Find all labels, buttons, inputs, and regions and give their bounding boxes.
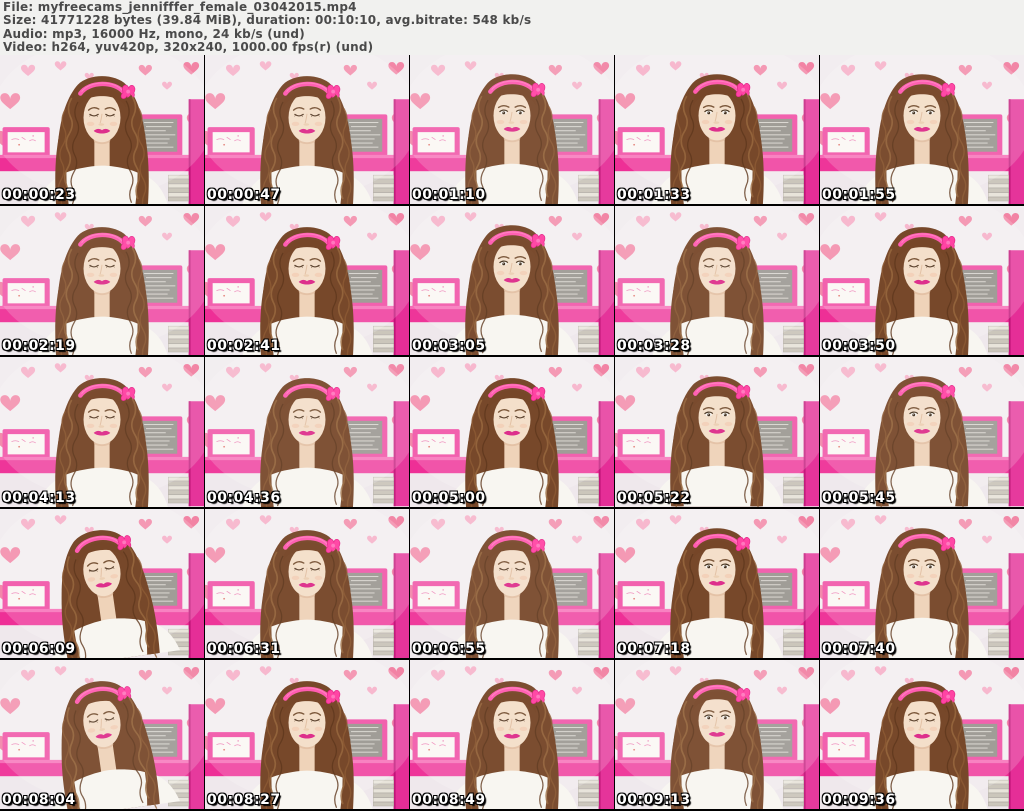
video-thumbnail: 00:03:50	[820, 206, 1024, 356]
thumbnail-image	[820, 508, 1024, 658]
timestamp-overlay: 00:06:09	[2, 640, 76, 657]
video-thumbnail: 00:06:31	[205, 508, 409, 658]
video-thumbnail: 00:01:55	[820, 55, 1024, 205]
timestamp-overlay: 00:08:27	[207, 791, 281, 808]
timestamp-overlay: 00:07:40	[822, 640, 896, 657]
thumbnail-image	[615, 357, 819, 507]
thumbnail-image	[820, 206, 1024, 356]
video-thumbnail: 00:03:28	[615, 206, 819, 356]
timestamp-overlay: 00:08:04	[2, 791, 76, 808]
thumbnail-image	[615, 55, 819, 205]
thumbnail-image	[205, 206, 409, 356]
video-thumbnail: 00:08:04	[0, 659, 204, 809]
video-thumbnail: 00:03:05	[410, 206, 614, 356]
thumbnail-image	[205, 508, 409, 658]
file-info-line: File: myfreecams_jennifffer_female_03042…	[3, 0, 357, 14]
video-thumbnail: 00:04:13	[0, 357, 204, 507]
timestamp-overlay: 00:05:22	[617, 489, 691, 506]
thumbnail-image	[0, 508, 204, 658]
video-thumbnail: 00:00:47	[205, 55, 409, 205]
video-info-line: Video: h264, yuv420p, 320x240, 1000.00 f…	[3, 40, 374, 55]
timestamp-overlay: 00:01:10	[412, 187, 486, 204]
timestamp-overlay: 00:00:23	[2, 187, 76, 204]
video-thumbnail: 00:08:27	[205, 659, 409, 809]
thumbnail-grid: 00:00:23 00:00:47 00:01:10 00:01:33 00:01:55…	[0, 55, 1024, 811]
timestamp-overlay: 00:03:05	[412, 338, 486, 355]
video-thumbnail: 00:05:00	[410, 357, 614, 507]
timestamp-overlay: 00:03:28	[617, 338, 691, 355]
video-thumbnail: 00:02:41	[205, 206, 409, 356]
video-thumbnail: 00:07:40	[820, 508, 1024, 658]
video-thumbnail: 00:01:10	[410, 55, 614, 205]
thumbnail-image	[615, 206, 819, 356]
thumbnail-image	[205, 659, 409, 809]
timestamp-overlay: 00:03:50	[822, 338, 896, 355]
timestamp-overlay: 00:01:33	[617, 187, 691, 204]
thumbnail-image	[0, 206, 204, 356]
thumbnail-image	[410, 357, 614, 507]
size-info-line: Size: 41771228 bytes (39.84 MiB), durati…	[3, 13, 532, 28]
video-thumbnail: 00:09:36	[820, 659, 1024, 809]
thumbnail-image	[820, 55, 1024, 205]
timestamp-overlay: 00:06:31	[207, 640, 281, 657]
timestamp-overlay: 00:05:45	[822, 489, 896, 506]
audio-info-line: Audio: mp3, 16000 Hz, mono, 24 kb/s (und…	[3, 26, 305, 41]
metadata-header: File: myfreecams_jennifffer_female_03042…	[0, 0, 1024, 55]
timestamp-overlay: 00:07:18	[617, 640, 691, 657]
video-thumbnail: 00:05:45	[820, 357, 1024, 507]
video-thumbnail: 00:08:49	[410, 659, 614, 809]
timestamp-overlay: 00:02:41	[207, 338, 281, 355]
thumbnail-image	[615, 659, 819, 809]
timestamp-overlay: 00:04:13	[2, 489, 76, 506]
timestamp-overlay: 00:00:47	[207, 187, 281, 204]
timestamp-overlay: 00:04:36	[207, 489, 281, 506]
thumbnail-image	[205, 55, 409, 205]
timestamp-overlay: 00:09:36	[822, 791, 896, 808]
video-thumbnail: 00:06:55	[410, 508, 614, 658]
thumbnail-image	[410, 55, 614, 205]
timestamp-overlay: 00:06:55	[412, 640, 486, 657]
timestamp-overlay: 00:05:00	[412, 489, 486, 506]
video-thumbnail: 00:09:13	[615, 659, 819, 809]
video-thumbnail: 00:00:23	[0, 55, 204, 205]
thumbnail-image	[820, 357, 1024, 507]
timestamp-overlay: 00:09:13	[617, 791, 691, 808]
thumbnail-image	[410, 206, 614, 356]
thumbnail-image	[615, 508, 819, 658]
thumbnail-image	[0, 357, 204, 507]
timestamp-overlay: 00:08:49	[412, 791, 486, 808]
video-thumbnail: 00:06:09	[0, 508, 204, 658]
video-thumbnail: 00:01:33	[615, 55, 819, 205]
video-thumbnail: 00:05:22	[615, 357, 819, 507]
video-thumbnail: 00:07:18	[615, 508, 819, 658]
timestamp-overlay: 00:02:19	[2, 338, 76, 355]
thumbnail-image	[410, 659, 614, 809]
video-thumbnail: 00:04:36	[205, 357, 409, 507]
thumbnail-image	[0, 659, 204, 809]
thumbnail-image	[0, 55, 204, 205]
thumbnail-image	[820, 659, 1024, 809]
thumbnail-image	[205, 357, 409, 507]
video-thumbnail: 00:02:19	[0, 206, 204, 356]
thumbnail-image	[410, 508, 614, 658]
timestamp-overlay: 00:01:55	[822, 187, 896, 204]
